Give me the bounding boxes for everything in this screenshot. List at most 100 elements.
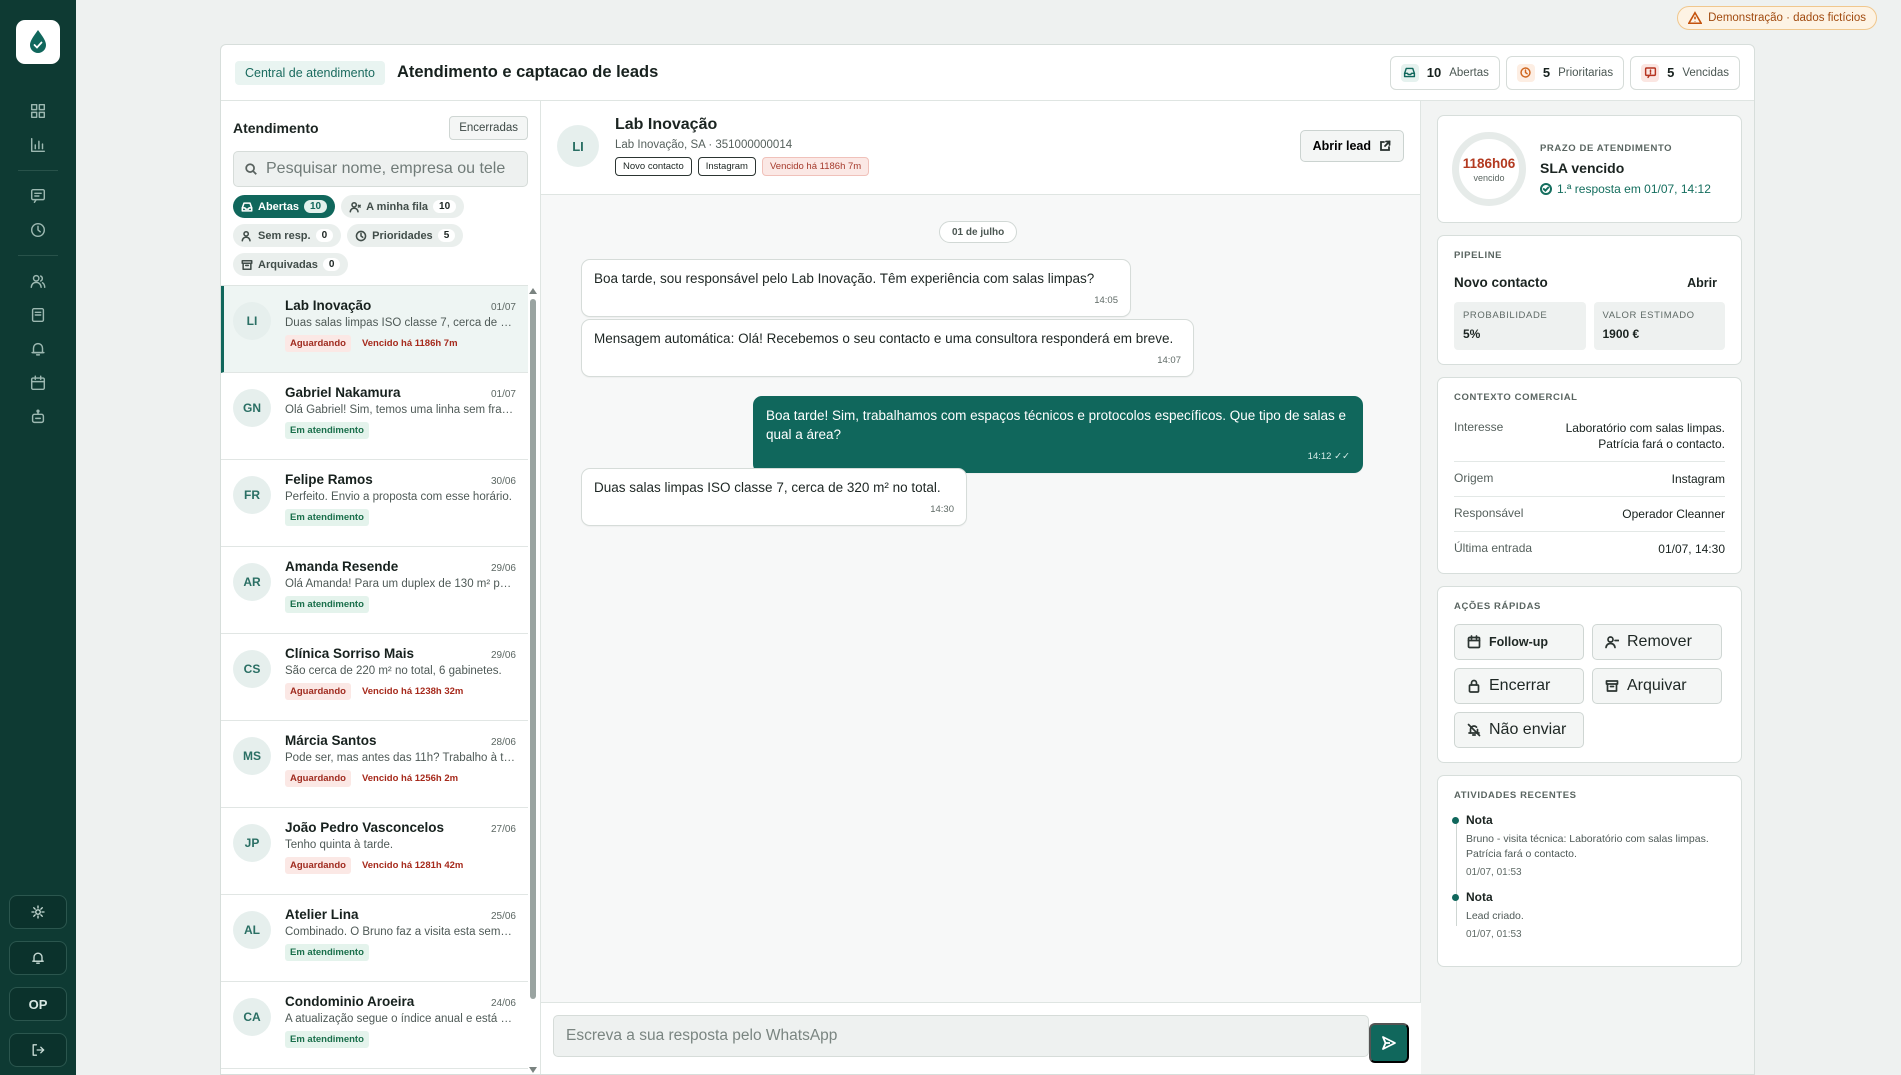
scroll-down-arrow[interactable] (529, 1067, 537, 1073)
avatar: AR (233, 563, 271, 601)
activity-timeline: Nota Bruno - visita técnica: Laboratório… (1452, 813, 1725, 940)
no-send-button[interactable]: Não enviar (1454, 712, 1584, 748)
close-button[interactable]: Encerrar (1454, 668, 1584, 704)
archive-button[interactable]: Arquivar (1592, 668, 1722, 704)
filter-open[interactable]: Abertas 10 (233, 195, 336, 218)
filter-label: Sem resp. (258, 229, 311, 242)
status-badge: Aguardando (285, 857, 351, 874)
closed-conversations-button[interactable]: Encerradas (449, 116, 528, 140)
alerts-button[interactable] (9, 941, 67, 975)
stat-label: Prioritarias (1558, 66, 1614, 79)
activity-title: Nota (1466, 890, 1493, 904)
sla-label: Prazo de atendimento (1540, 142, 1673, 154)
gear-icon (31, 905, 45, 919)
settings-button[interactable] (9, 895, 67, 929)
status-badge: Em atendimento (285, 944, 369, 961)
stat-overdue[interactable]: 5 Vencidas (1630, 55, 1740, 90)
close-label: Encerrar (1489, 677, 1551, 694)
notifications-nav[interactable] (18, 332, 58, 366)
overdue-badge: Vencido há 1186h 7m (361, 338, 458, 349)
contact-name: Condominio Aroeira (285, 994, 415, 1009)
remove-label: Remover (1627, 633, 1692, 650)
stat-priority[interactable]: 5 Prioritarias (1505, 55, 1625, 90)
conversation-item[interactable]: AR Amanda Resende 29/06 Olá Amanda! Para … (221, 547, 528, 634)
left-rail: OP (0, 0, 76, 1075)
automation-nav[interactable] (18, 400, 58, 434)
followup-button[interactable]: Follow-up (1454, 624, 1584, 660)
item-preview: Tenho quinta à tarde. (285, 839, 394, 851)
app-logo[interactable] (16, 20, 60, 64)
list-scrollbar[interactable] (528, 285, 538, 1074)
activity-text: Bruno - visita técnica: Laboratório com … (1466, 833, 1709, 860)
send-icon (1382, 1036, 1396, 1050)
avatar: AL (233, 911, 271, 949)
remove-button[interactable]: Remover (1592, 624, 1722, 660)
filter-archived[interactable]: Arquivadas 0 (233, 253, 349, 276)
filter-my-queue[interactable]: A minha fila 10 (341, 195, 465, 218)
first-response: 1.ª resposta em 01/07, 14:12 (1540, 182, 1711, 196)
scroll-up-arrow[interactable] (529, 288, 537, 294)
user-avatar[interactable]: OP (9, 987, 67, 1021)
avatar: JP (233, 824, 271, 862)
overdue-badge: Vencido há 1238h 32m (361, 686, 464, 697)
stage-tag: Novo contacto (615, 157, 692, 176)
conversation-item[interactable]: GN Gabriel Nakamura 01/07 Olá Gabriel! Si… (221, 373, 528, 460)
stat-open[interactable]: 10 Abertas (1389, 55, 1500, 90)
reply-input[interactable]: Escreva a sua resposta pelo WhatsApp (553, 1015, 1369, 1057)
message-text: Boa tarde, sou responsável pelo Lab Inov… (594, 271, 1095, 286)
overdue-tag: Vencido há 1186h 7m (761, 157, 870, 176)
status-badge: Aguardando (285, 683, 351, 700)
archive-icon (241, 259, 253, 270)
filter-unassigned[interactable]: Sem resp. 0 (233, 224, 342, 247)
conversation-item[interactable]: JP João Pedro Vasconcelos 27/06 Tenho qui… (221, 808, 528, 895)
followup-label: Follow-up (1489, 635, 1549, 649)
stats-group: 10 Abertas 5 Prioritarias 5 Vencidas (1389, 55, 1740, 90)
list-header: Atendimento Encerradas (221, 115, 540, 141)
conversation-item[interactable]: FR Felipe Ramos 30/06 Perfeito. Envio a p… (221, 460, 528, 547)
sla-ring: 1186h06 vencido (1452, 132, 1526, 206)
conversation-item[interactable]: LI Lab Inovação 01/07 Duas salas limpas I… (221, 286, 528, 373)
bell-icon (31, 342, 45, 356)
demo-badge: Demonstração · dados fictícios (1677, 6, 1877, 30)
documents-nav[interactable] (18, 298, 58, 332)
filter-priorities[interactable]: Prioridades 5 (347, 224, 464, 247)
context-label: Contexto comercial (1454, 392, 1578, 403)
contact-name: Felipe Ramos (285, 472, 373, 487)
conversation-item[interactable]: AL Atelier Lina 25/06 Combinado. O Bruno … (221, 895, 528, 982)
grid-icon (30, 103, 46, 119)
contacts-nav[interactable] (18, 264, 58, 298)
quick-actions-label: Ações rápidas (1454, 601, 1541, 612)
messages-nav[interactable] (18, 179, 58, 213)
logout-button[interactable] (9, 1033, 67, 1067)
context-value: Operador Cleanner (1622, 507, 1725, 521)
demo-badge-text: Demonstração · dados fictícios (1708, 12, 1866, 24)
send-button[interactable] (1369, 1023, 1409, 1063)
open-lead-button[interactable]: Abrir lead (1299, 130, 1404, 162)
calendar-nav[interactable] (18, 366, 58, 400)
status-badge: Aguardando (285, 770, 351, 787)
conversation-item[interactable]: CA Condominio Aroeira 24/06 A atualização… (221, 982, 528, 1069)
archive-label: Arquivar (1627, 677, 1687, 694)
conversation-item[interactable]: CS Clínica Sorriso Mais 29/06 São cerca d… (221, 634, 528, 721)
message-text: Boa tarde! Sim, trabalhamos com espaços … (766, 408, 1347, 442)
status-badge: Em atendimento (285, 596, 369, 613)
stat-value: 10 (1426, 65, 1442, 80)
conversation-item[interactable]: MS Márcia Santos 28/06 Pode ser, mas ante… (221, 721, 528, 808)
filter-label: Arquivadas (258, 258, 318, 271)
dashboard-nav[interactable] (18, 94, 58, 128)
breadcrumb[interactable]: Central de atendimento (235, 60, 385, 85)
filter-count: 5 (437, 229, 456, 242)
archive-icon (1605, 680, 1619, 692)
reports-nav[interactable] (18, 128, 58, 162)
context-value: 01/07, 14:30 (1658, 542, 1725, 556)
activity-title: Nota (1466, 813, 1493, 827)
message-thread: 01 de julho Boa tarde, sou responsável p… (541, 195, 1421, 1001)
scroll-thumb[interactable] (530, 299, 536, 999)
pipeline-open-link[interactable]: Abrir (1687, 276, 1725, 290)
filter-label: Abertas (258, 200, 299, 213)
history-nav[interactable] (18, 213, 58, 247)
context-row: Responsável Operador Cleanner (1454, 497, 1725, 532)
search-input[interactable]: Pesquisar nome, empresa ou tele (233, 151, 528, 187)
kpi-value: 5% (1463, 327, 1481, 341)
stat-label: Abertas (1449, 66, 1489, 79)
